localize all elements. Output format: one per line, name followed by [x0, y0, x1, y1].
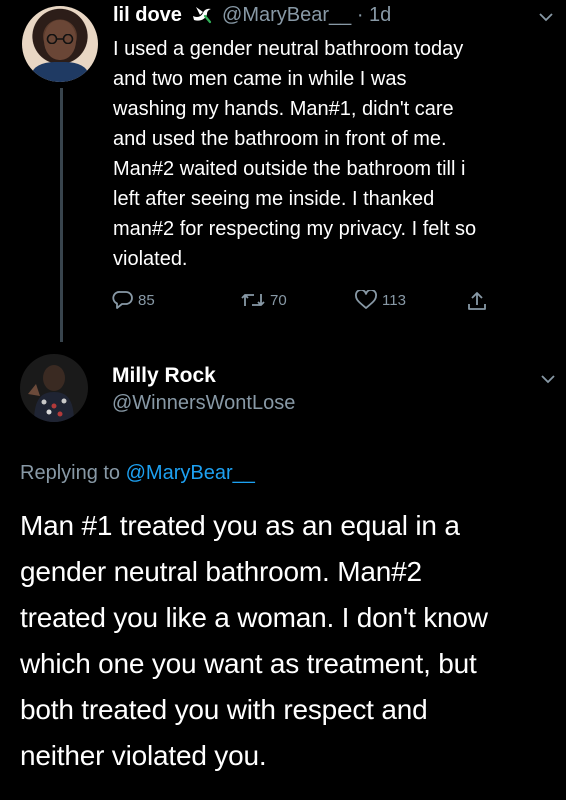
chevron-down-icon[interactable]	[538, 12, 554, 22]
reply-author-avatar[interactable]	[20, 354, 88, 422]
avatar-photo	[28, 365, 74, 422]
tweet-action-bar: 85 70 113	[0, 290, 566, 314]
chevron-down-icon[interactable]	[540, 374, 556, 384]
tweet-text: I used a gender neutral bathroom today a…	[113, 38, 477, 270]
avatar-glasses	[46, 34, 74, 44]
tweet-author-handle[interactable]: @MaryBear__	[222, 4, 351, 26]
like-button[interactable]: 113	[354, 290, 406, 310]
tweet-header: lil dove @MaryBear__ · 1d	[113, 4, 391, 27]
reply-text: Man #1 treated you as an equal in a gend…	[20, 510, 488, 771]
like-count: 113	[382, 291, 406, 309]
share-button[interactable]	[466, 290, 492, 312]
dove-icon	[193, 7, 212, 24]
replying-prefix: Replying to	[20, 462, 121, 484]
reply-author-name[interactable]: Milly Rock	[112, 364, 216, 388]
reply-author-handle[interactable]: @WinnersWontLose	[112, 392, 295, 415]
replying-to-line: Replying to @MaryBear__	[20, 462, 255, 485]
reply-icon	[112, 291, 133, 309]
tweet-author-avatar[interactable]	[22, 6, 98, 82]
replying-to-handle-link[interactable]: @MaryBear__	[126, 462, 255, 484]
reply-button[interactable]: 85	[112, 290, 155, 310]
retweet-count: 70	[270, 291, 287, 309]
heart-icon	[355, 290, 377, 309]
tweet-timestamp[interactable]: · 1d	[357, 4, 391, 26]
retweet-button[interactable]: 70	[240, 290, 287, 310]
reply-count: 85	[138, 291, 155, 309]
tweet-author-name[interactable]: lil dove	[113, 4, 182, 26]
retweet-icon	[241, 294, 265, 306]
share-icon	[468, 292, 486, 310]
